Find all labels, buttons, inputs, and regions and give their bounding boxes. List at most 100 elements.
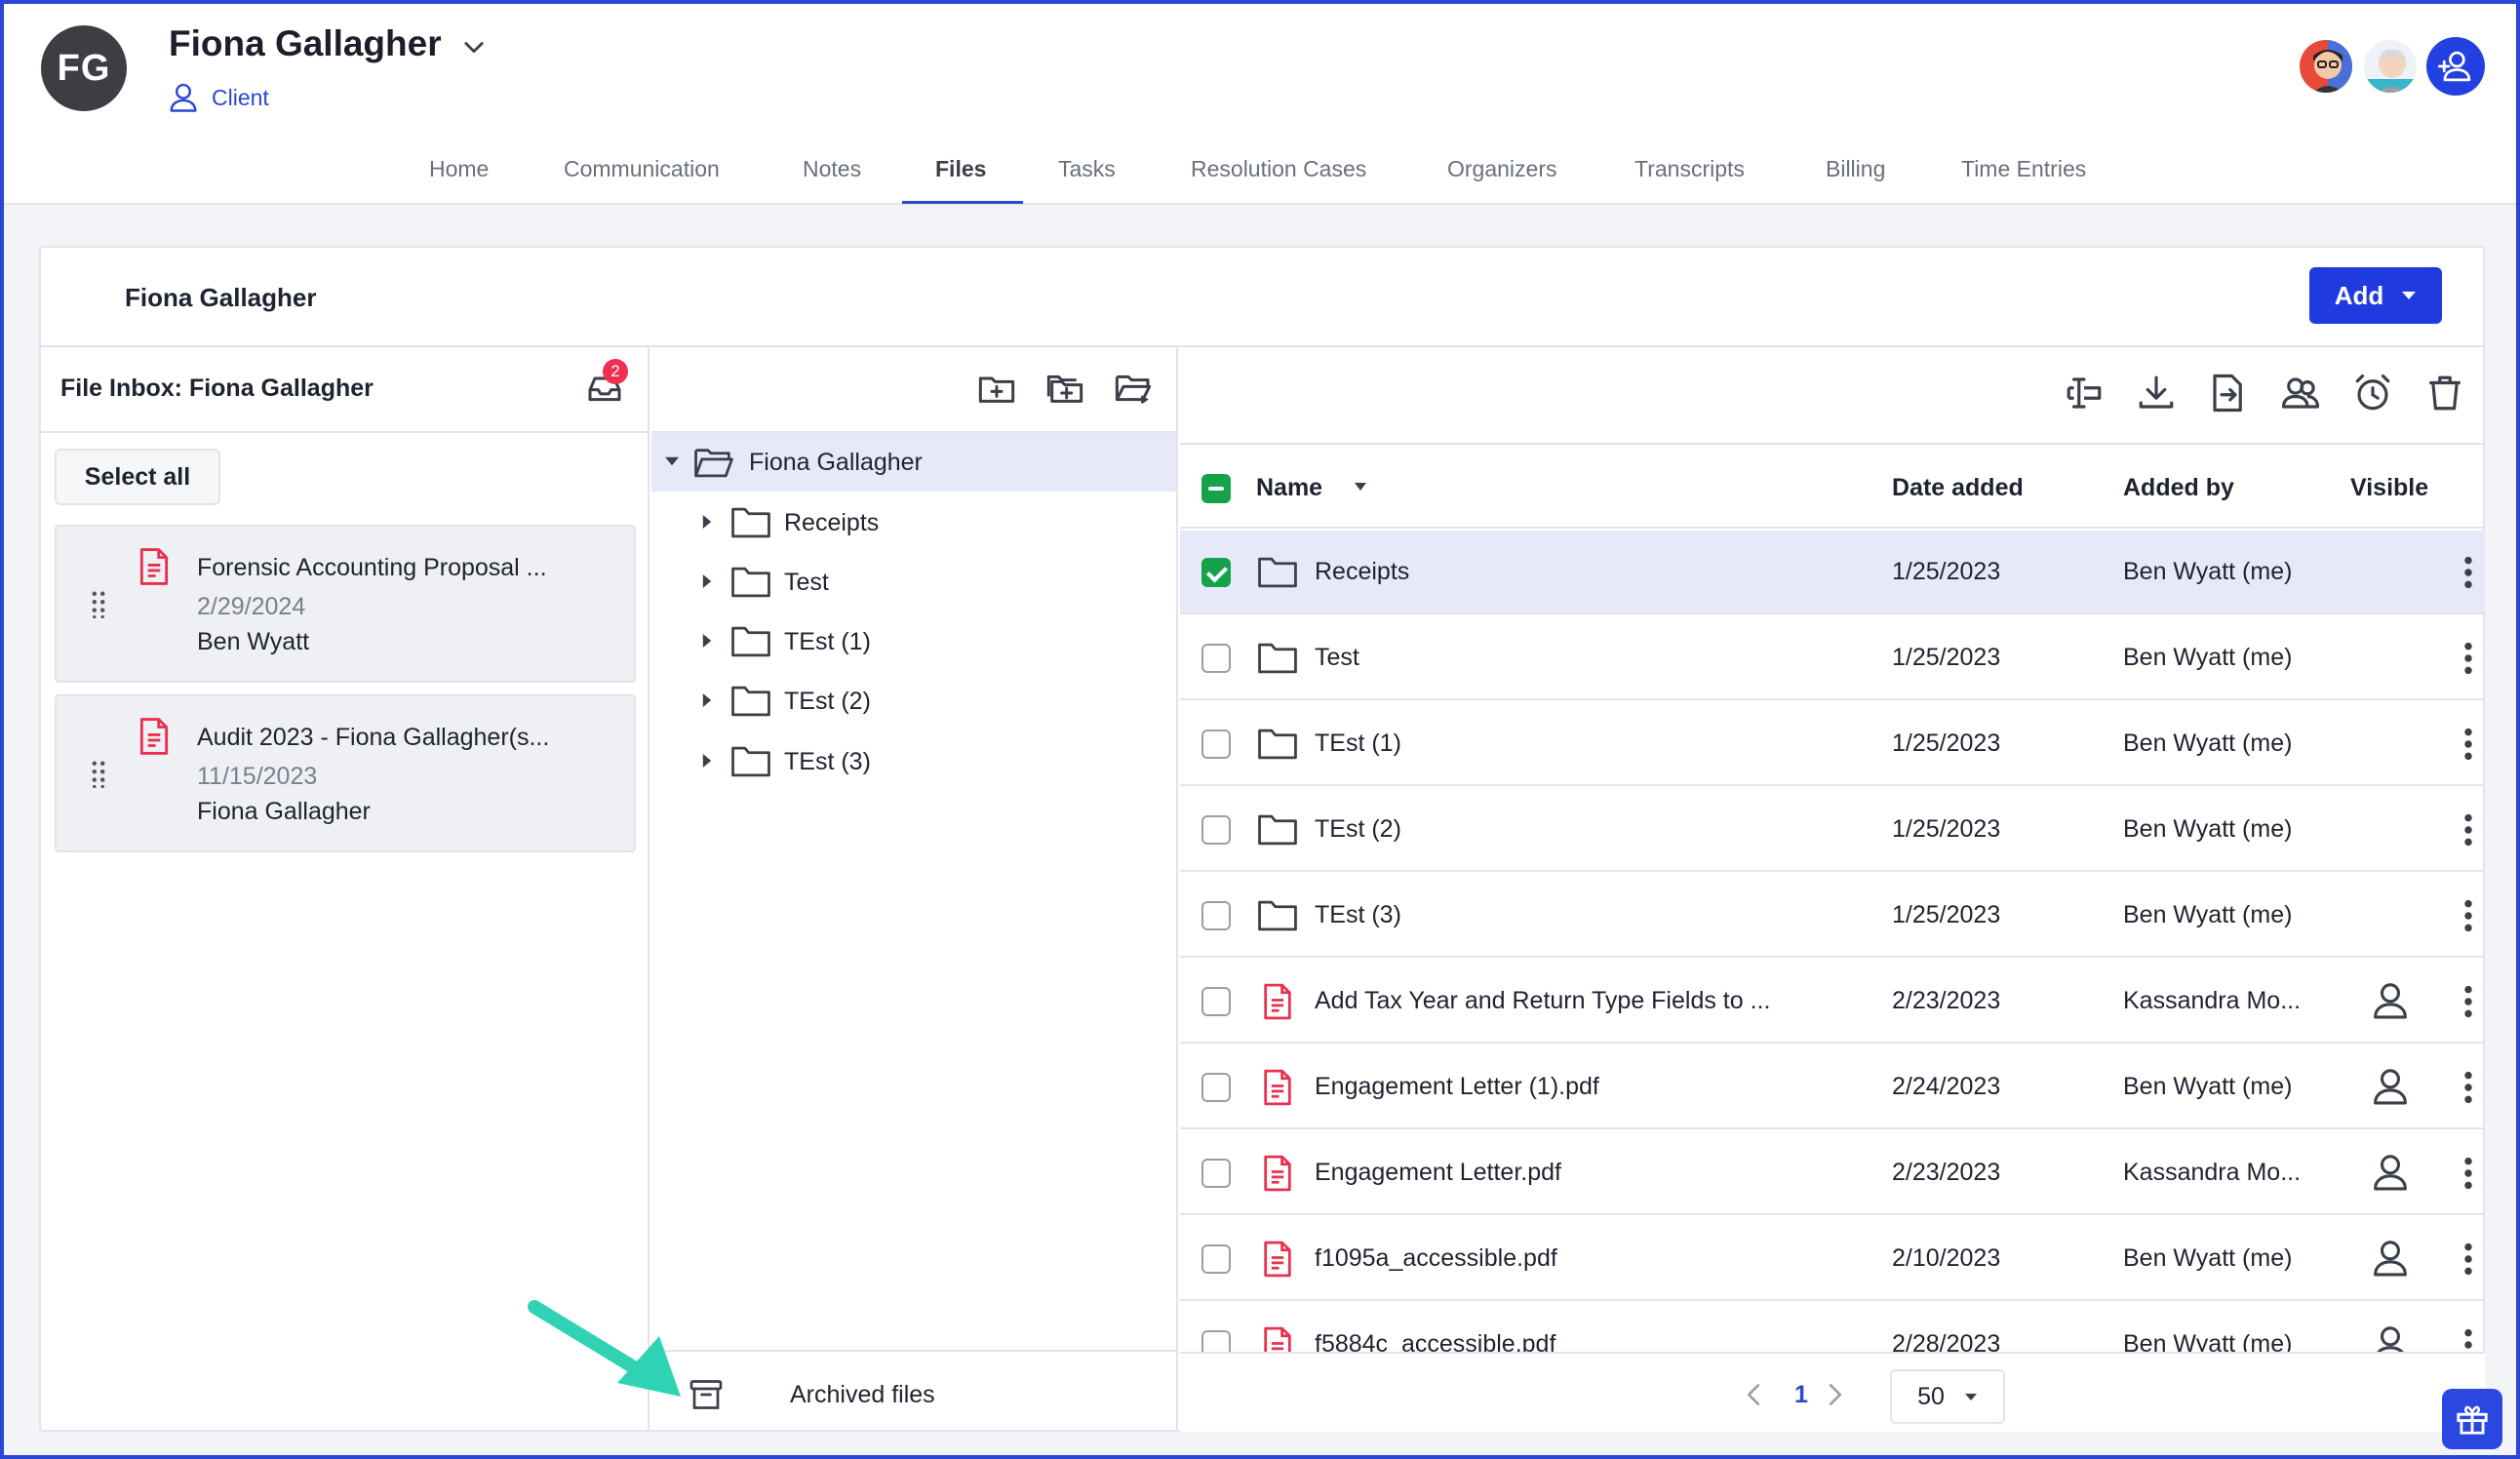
- select-all-button[interactable]: Select all: [55, 449, 220, 505]
- caret-down-icon[interactable]: [665, 454, 679, 468]
- select-all-checkbox[interactable]: [1201, 474, 1231, 503]
- caret-right-icon[interactable]: [700, 754, 714, 768]
- add-team-member-button[interactable]: [2426, 37, 2485, 96]
- date-added: 1/25/2023: [1892, 558, 2001, 585]
- add-button-label: Add: [2334, 280, 2384, 310]
- move-file-icon[interactable]: [2208, 373, 2249, 414]
- inbox-file-item[interactable]: Forensic Accounting Proposal ... 2/29/20…: [55, 525, 636, 683]
- table-row[interactable]: f1095a_accessible.pdf 2/10/2023 Ben Wyatt …: [1180, 1217, 2485, 1301]
- row-checkbox[interactable]: [1201, 1073, 1231, 1102]
- more-options-icon[interactable]: [2463, 1071, 2473, 1104]
- new-folder-icon[interactable]: [977, 369, 1016, 408]
- file-name[interactable]: Add Tax Year and Return Type Fields to .…: [1315, 987, 1770, 1015]
- tree-root-folder[interactable]: Fiona Gallagher: [651, 433, 1176, 492]
- download-icon[interactable]: [2136, 373, 2177, 414]
- current-page[interactable]: 1: [1794, 1381, 1808, 1409]
- chevron-down-icon[interactable]: [460, 33, 488, 60]
- inbox-file-item[interactable]: Audit 2023 - Fiona Gallagher(s... 11/15/…: [55, 694, 636, 852]
- rename-icon[interactable]: [2064, 373, 2105, 414]
- table-row[interactable]: TEst (1) 1/25/2023 Ben Wyatt (me): [1180, 702, 2485, 786]
- tab-time-entries[interactable]: Time Entries: [1961, 156, 2086, 182]
- drag-handle-icon[interactable]: [92, 591, 105, 618]
- column-header-visible[interactable]: Visible: [2350, 474, 2428, 502]
- more-options-icon[interactable]: [2463, 813, 2473, 847]
- tree-folder[interactable]: TEst (1): [651, 612, 1176, 671]
- client-role[interactable]: Client: [169, 82, 269, 113]
- tab-home[interactable]: Home: [429, 156, 489, 182]
- sort-caret-icon[interactable]: [1354, 482, 1367, 492]
- tree-folder[interactable]: Test: [651, 553, 1176, 611]
- drag-handle-icon[interactable]: [92, 761, 105, 788]
- tree-folder[interactable]: TEst (3): [651, 732, 1176, 791]
- tab-files[interactable]: Files: [935, 156, 986, 182]
- caret-right-icon[interactable]: [700, 693, 714, 707]
- share-users-icon[interactable]: [2280, 373, 2321, 414]
- tab-communication[interactable]: Communication: [564, 156, 720, 182]
- add-button[interactable]: Add: [2309, 267, 2442, 324]
- file-name[interactable]: TEst (1): [1315, 730, 1401, 758]
- more-options-icon[interactable]: [2463, 1242, 2473, 1276]
- move-folder-icon[interactable]: [1114, 369, 1153, 408]
- caret-right-icon[interactable]: [700, 634, 714, 648]
- file-name[interactable]: f1095a_accessible.pdf: [1315, 1244, 1557, 1273]
- caret-right-icon[interactable]: [700, 574, 714, 588]
- table-row[interactable]: TEst (3) 1/25/2023 Ben Wyatt (me): [1180, 874, 2485, 958]
- file-name[interactable]: TEst (2): [1315, 815, 1401, 844]
- team-member-avatar[interactable]: [2362, 38, 2419, 95]
- file-name[interactable]: Engagement Letter (1).pdf: [1315, 1073, 1599, 1101]
- folder-open-icon: [694, 449, 733, 478]
- tab-notes[interactable]: Notes: [803, 156, 861, 182]
- client-tabs: Home Communication Notes Files Tasks Res…: [0, 146, 2520, 205]
- tab-tasks[interactable]: Tasks: [1058, 156, 1116, 182]
- column-header-date[interactable]: Date added: [1892, 474, 2024, 502]
- column-header-name[interactable]: Name: [1256, 474, 1322, 502]
- tab-organizers[interactable]: Organizers: [1447, 156, 1556, 182]
- inbox-file-date: 2/29/2024: [197, 593, 306, 620]
- caret-right-icon[interactable]: [700, 515, 714, 529]
- more-options-icon[interactable]: [2463, 1157, 2473, 1190]
- archived-files-link[interactable]: Archived files: [651, 1352, 1178, 1432]
- more-options-icon[interactable]: [2463, 556, 2473, 589]
- row-checkbox[interactable]: [1201, 901, 1231, 930]
- team-member-avatar[interactable]: [2298, 38, 2354, 95]
- row-checkbox[interactable]: [1201, 730, 1231, 759]
- trash-icon[interactable]: [2424, 373, 2465, 414]
- file-name[interactable]: Test: [1315, 644, 1359, 672]
- tab-transcripts[interactable]: Transcripts: [1634, 156, 1745, 182]
- client-visible-icon[interactable]: [2372, 1067, 2409, 1106]
- tab-resolution-cases[interactable]: Resolution Cases: [1191, 156, 1366, 182]
- client-visible-icon[interactable]: [2372, 1239, 2409, 1278]
- alarm-clock-icon[interactable]: [2352, 373, 2393, 414]
- row-checkbox[interactable]: [1201, 815, 1231, 845]
- file-name[interactable]: Receipts: [1315, 558, 1409, 586]
- row-checkbox[interactable]: [1201, 1159, 1231, 1188]
- table-row[interactable]: TEst (2) 1/25/2023 Ben Wyatt (me): [1180, 788, 2485, 872]
- client-visible-icon[interactable]: [2372, 981, 2409, 1020]
- column-header-added-by[interactable]: Added by: [2123, 474, 2234, 502]
- more-options-icon[interactable]: [2463, 899, 2473, 932]
- row-checkbox[interactable]: [1201, 558, 1231, 587]
- gift-button[interactable]: [2442, 1389, 2502, 1449]
- new-subfolder-icon[interactable]: [1045, 369, 1084, 408]
- file-name[interactable]: Engagement Letter.pdf: [1315, 1159, 1561, 1187]
- tab-billing[interactable]: Billing: [1826, 156, 1885, 182]
- table-row[interactable]: Test 1/25/2023 Ben Wyatt (me): [1180, 616, 2485, 700]
- added-by: Kassandra Mo...: [2123, 987, 2302, 1014]
- chevron-left-icon[interactable]: [1746, 1383, 1761, 1406]
- table-row[interactable]: Add Tax Year and Return Type Fields to .…: [1180, 960, 2485, 1044]
- more-options-icon[interactable]: [2463, 728, 2473, 761]
- table-row[interactable]: Engagement Letter.pdf 2/23/2023 Kassandra …: [1180, 1131, 2485, 1215]
- more-options-icon[interactable]: [2463, 642, 2473, 675]
- row-checkbox[interactable]: [1201, 644, 1231, 673]
- tree-folder[interactable]: TEst (2): [651, 672, 1176, 730]
- table-row[interactable]: Receipts 1/25/2023 Ben Wyatt (me): [1180, 531, 2485, 614]
- tree-folder[interactable]: Receipts: [651, 493, 1176, 552]
- row-checkbox[interactable]: [1201, 1244, 1231, 1274]
- file-name[interactable]: TEst (3): [1315, 901, 1401, 929]
- per-page-select[interactable]: 50: [1890, 1369, 2005, 1424]
- row-checkbox[interactable]: [1201, 987, 1231, 1016]
- chevron-right-icon[interactable]: [1828, 1383, 1843, 1406]
- client-visible-icon[interactable]: [2372, 1153, 2409, 1192]
- more-options-icon[interactable]: [2463, 985, 2473, 1018]
- table-row[interactable]: Engagement Letter (1).pdf 2/24/2023 Ben Wy…: [1180, 1045, 2485, 1129]
